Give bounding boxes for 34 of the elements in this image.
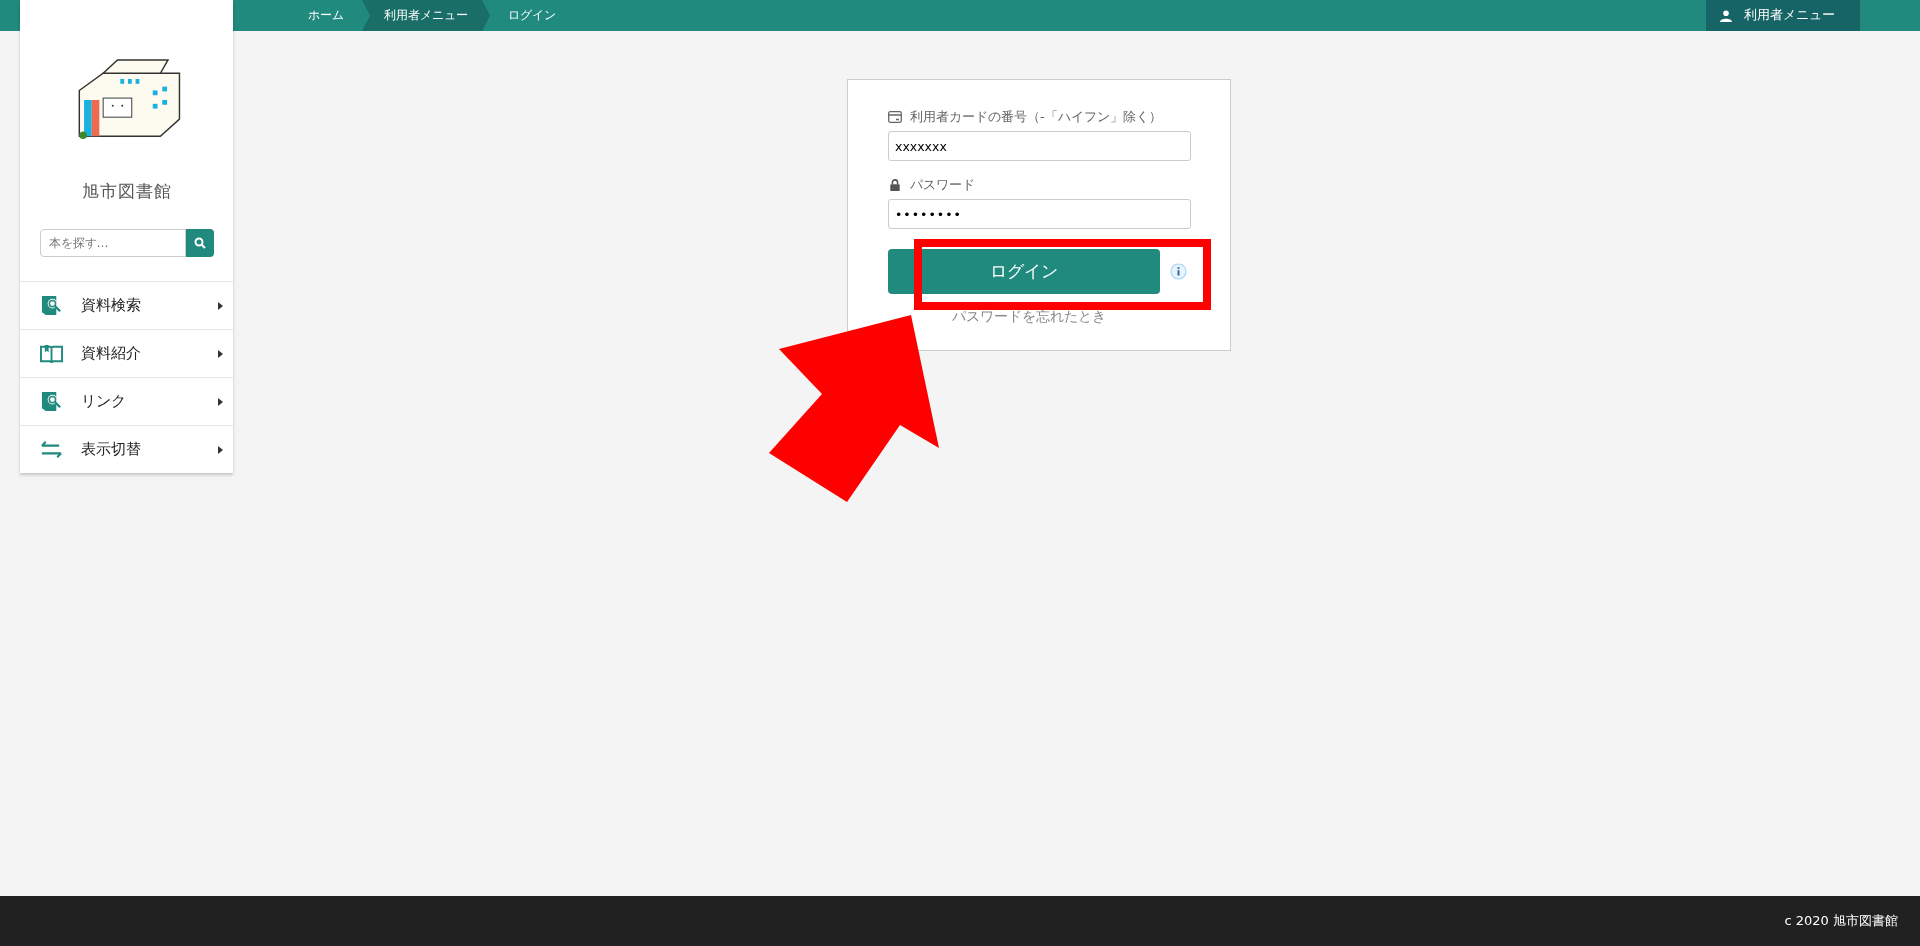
user-menu-button[interactable]: 利用者メニュー [1706, 0, 1860, 31]
search-icon [193, 237, 206, 249]
book-magnifier-icon [40, 294, 63, 317]
card-number-field[interactable]: xxxxxxx [888, 131, 1191, 161]
sidebar-menu-item[interactable]: リンク [20, 377, 233, 425]
lock-icon [888, 179, 902, 191]
search-button[interactable] [185, 229, 214, 257]
menu-label: 資料検索 [81, 296, 142, 315]
copyright-text: c 2020 旭市図書館 [1784, 912, 1898, 930]
card-icon [888, 111, 902, 123]
sidebar-menu-item[interactable]: 表示切替 [20, 425, 233, 473]
caret-icon [218, 397, 223, 406]
info-icon[interactable] [1170, 263, 1187, 280]
login-button[interactable]: ログイン [888, 249, 1160, 294]
search-field[interactable]: 本を探す… [39, 229, 186, 257]
book-magnifier-icon [40, 390, 63, 413]
menu-label: 表示切替 [81, 440, 142, 459]
sidebar-menu-item[interactable]: 資料紹介 [20, 329, 233, 377]
open-book-icon [40, 342, 63, 365]
breadcrumb-link[interactable]: ホーム [290, 0, 362, 31]
sidebar-menu-item[interactable]: 資料検索 [20, 281, 233, 329]
caret-icon [218, 349, 223, 358]
breadcrumb-link[interactable]: ログイン [490, 0, 574, 31]
menu-label: 資料紹介 [81, 344, 142, 363]
caret-icon [218, 445, 223, 454]
forgot-password-link[interactable]: パスワードを忘れたとき [952, 308, 1106, 326]
password-field[interactable]: •••••••• [888, 199, 1191, 229]
caret-icon [218, 301, 223, 310]
library-name: 旭市図書館 [81, 180, 172, 203]
field-label: 利用者カードの番号（-「ハイフン」除く） [910, 108, 1162, 126]
field-label: パスワード [910, 176, 975, 194]
menu-label: リンク [81, 392, 127, 411]
person-icon [1720, 9, 1732, 22]
breadcrumb-link[interactable]: 利用者メニュー [362, 0, 490, 31]
